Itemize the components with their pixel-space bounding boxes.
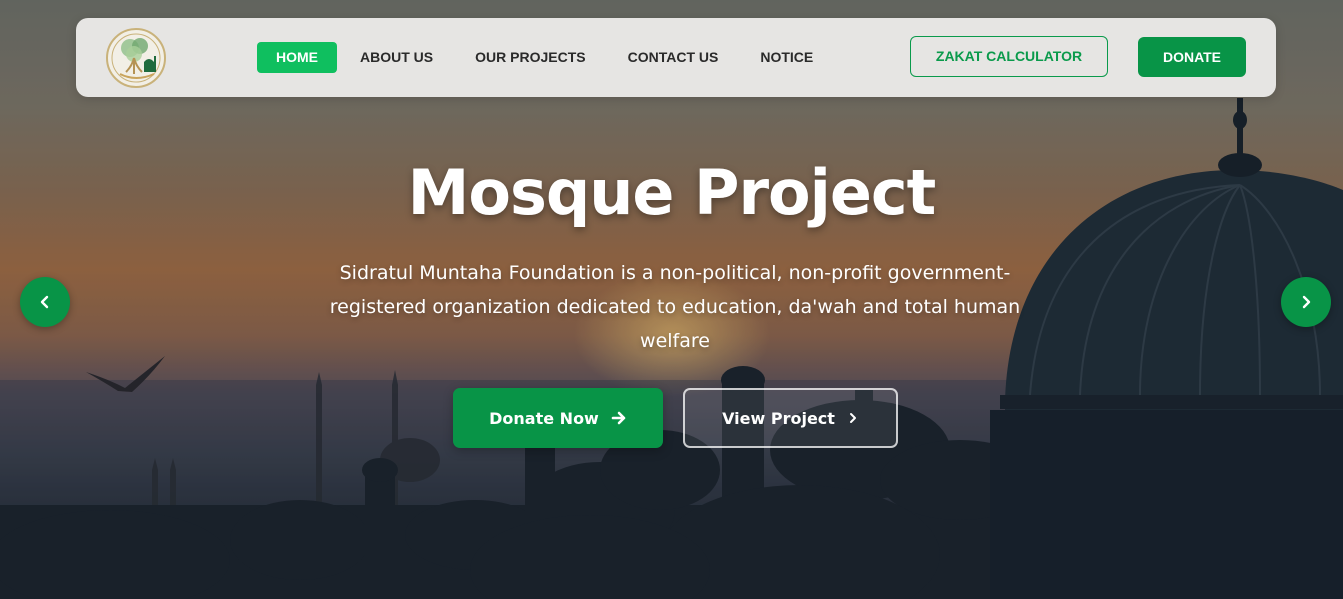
hero-slider: HOME ABOUT US OUR PROJECTS CONTACT US NO… [0,0,1343,599]
tree-mosque-logo-icon[interactable] [106,28,166,88]
view-project-label: View Project [722,408,835,428]
donate-now-label: Donate Now [489,408,599,428]
donate-button[interactable]: DONATE [1138,37,1246,77]
nav-notice[interactable]: NOTICE [739,42,834,73]
slider-next-button[interactable] [1281,277,1331,327]
hero-title: Mosque Project [407,156,937,229]
nav-home[interactable]: HOME [257,42,337,73]
chevron-right-icon [1302,295,1311,309]
donate-now-button[interactable]: Donate Now [453,388,663,448]
nav-about-us[interactable]: ABOUT US [339,42,454,73]
nav-contact-us[interactable]: CONTACT US [607,42,740,73]
nav-our-projects[interactable]: OUR PROJECTS [454,42,606,73]
main-nav: HOME ABOUT US OUR PROJECTS CONTACT US NO… [257,42,834,73]
arrow-right-icon [611,411,626,425]
view-project-button[interactable]: View Project [683,388,898,448]
chevron-left-icon [40,295,49,309]
chevron-right-icon [849,413,856,423]
navbar: HOME ABOUT US OUR PROJECTS CONTACT US NO… [76,18,1276,97]
hero-description: Sidratul Muntaha Foundation is a non-pol… [329,262,1021,352]
zakat-calculator-button[interactable]: ZAKAT CALCULATOR [910,36,1108,77]
slider-prev-button[interactable] [20,277,70,327]
logo-graphic [111,33,161,83]
